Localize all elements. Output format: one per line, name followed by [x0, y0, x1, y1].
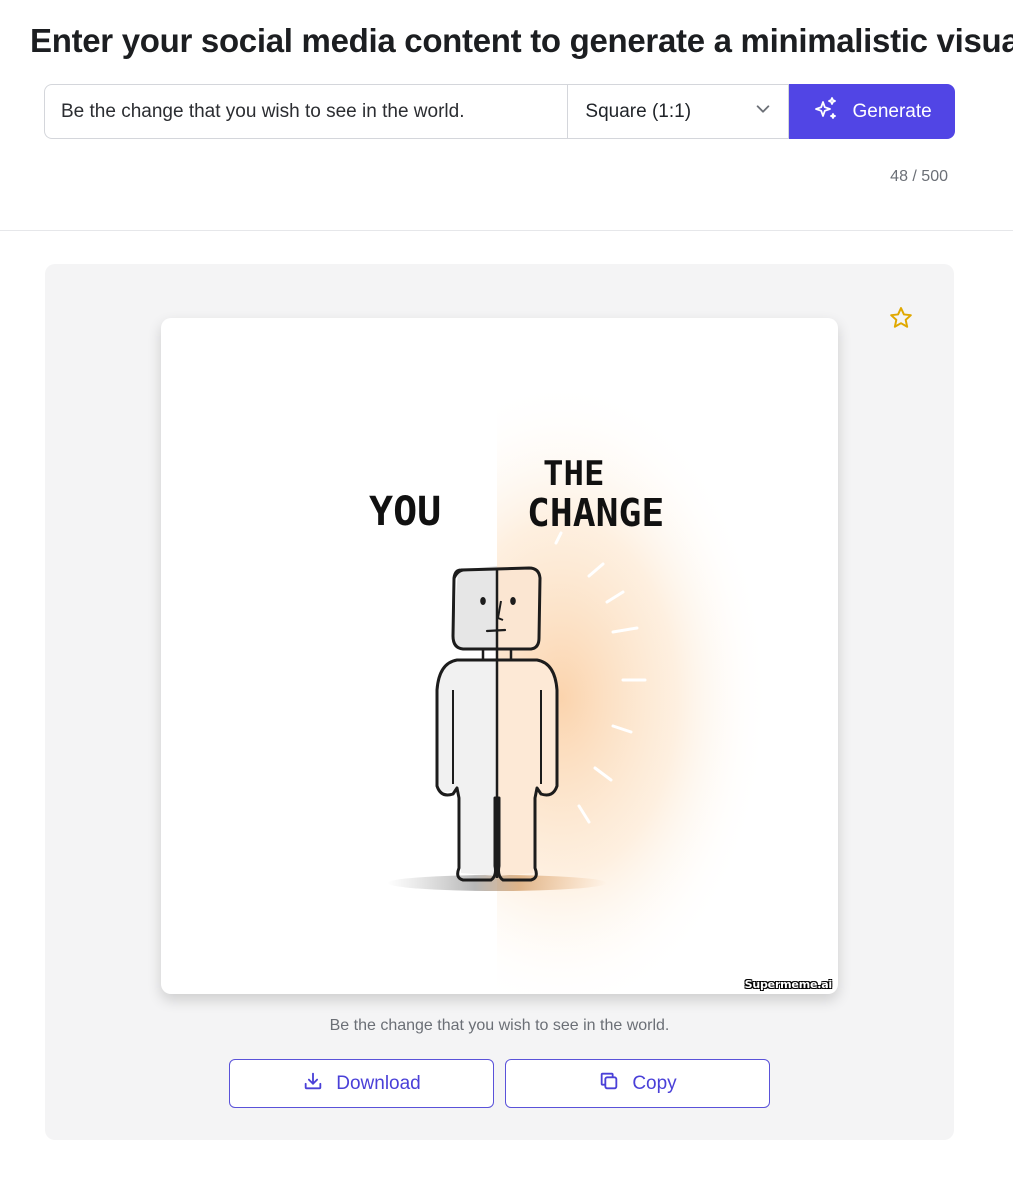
- sparkles-icon: [812, 95, 840, 129]
- image-caption: Be the change that you wish to see in th…: [329, 1017, 670, 1034]
- copy-button[interactable]: Copy: [505, 1059, 770, 1108]
- illustration: YOU THE CHANGE: [369, 378, 771, 994]
- copy-label: Copy: [632, 1072, 677, 1094]
- page-title: Enter your social media content to gener…: [30, 22, 1013, 59]
- content-input[interactable]: [44, 84, 568, 139]
- generate-button[interactable]: Generate: [789, 84, 955, 139]
- download-label: Download: [336, 1072, 421, 1094]
- copy-icon: [598, 1070, 620, 1098]
- result-panel: YOU THE CHANGE Supermeme.ai Be the chang…: [45, 264, 954, 1140]
- generator-form: Square (1:1) Generate: [44, 84, 955, 139]
- star-icon[interactable]: [888, 305, 914, 331]
- generated-image[interactable]: YOU THE CHANGE Supermeme.ai: [161, 318, 838, 994]
- download-icon: [302, 1070, 324, 1098]
- generate-label: Generate: [852, 100, 932, 122]
- illustration-text-change: CHANGE: [527, 491, 664, 535]
- character-counter: 48 / 500: [890, 168, 948, 185]
- illustration-text-the: THE: [543, 454, 604, 494]
- watermark: Supermeme.ai: [744, 978, 833, 991]
- aspect-ratio-select[interactable]: Square (1:1): [567, 84, 790, 139]
- section-divider: [0, 230, 1013, 231]
- chevron-down-icon: [754, 100, 772, 124]
- download-button[interactable]: Download: [229, 1059, 494, 1108]
- aspect-ratio-value: Square (1:1): [585, 100, 692, 122]
- illustration-text-you: YOU: [369, 489, 441, 535]
